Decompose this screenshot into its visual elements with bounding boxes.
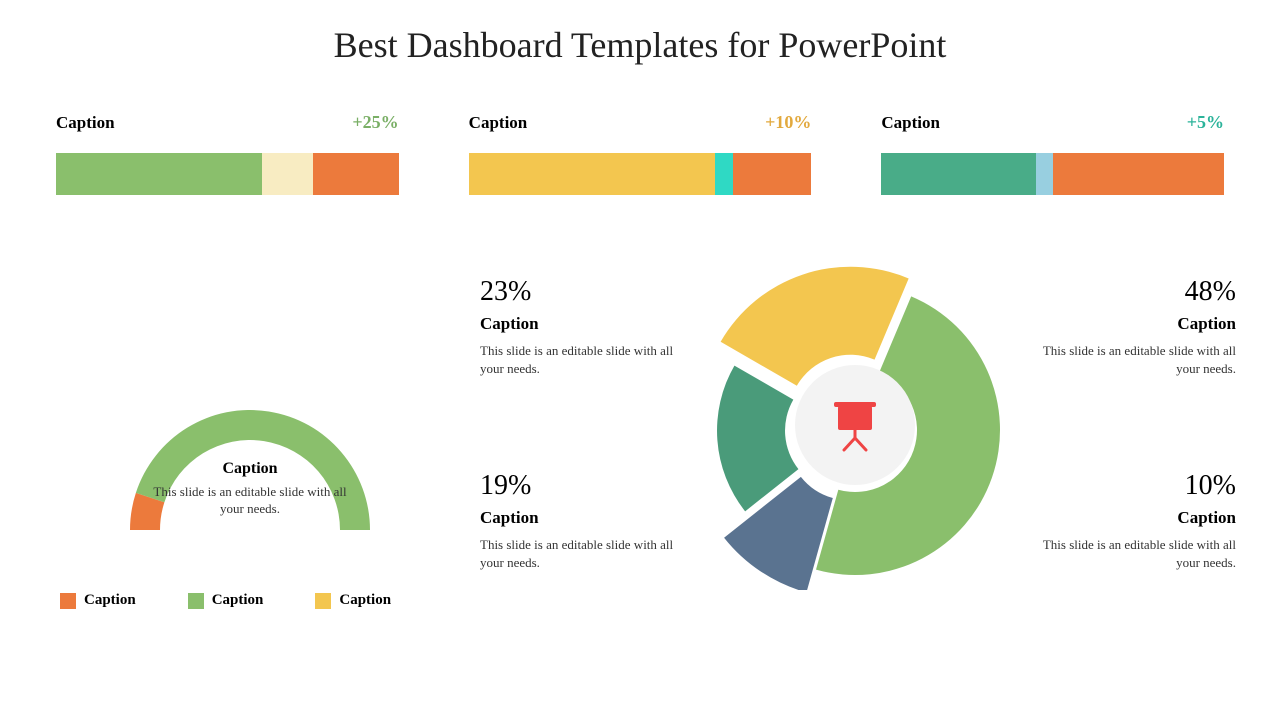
bar-header: Caption +10%: [469, 112, 812, 133]
bar-block-2: Caption +5%: [881, 112, 1224, 195]
donut-stat-pct: 48%: [1036, 276, 1236, 308]
bar-block-1: Caption +10%: [469, 112, 812, 195]
bar-caption: Caption: [56, 113, 115, 133]
bar-caption: Caption: [881, 113, 940, 133]
donut-center: [795, 365, 915, 485]
presentation-icon: [828, 398, 882, 452]
bar-header: Caption +25%: [56, 112, 399, 133]
bar-segment: [262, 153, 313, 195]
bar-block-0: Caption +25%: [56, 112, 399, 195]
bar-segment: [733, 153, 812, 195]
legend-label: Caption: [339, 592, 391, 609]
donut-stat-caption: Caption: [1036, 508, 1236, 528]
donut-stat-caption: Caption: [480, 314, 680, 334]
bar-segment: [313, 153, 399, 195]
bar-header: Caption +5%: [881, 112, 1224, 133]
legend-swatch: [188, 593, 204, 609]
bar-segment: [1036, 153, 1053, 195]
donut-stat: 23% Caption This slide is an editable slid…: [480, 276, 680, 377]
legend-label: Caption: [84, 592, 136, 609]
bar-delta: +10%: [765, 112, 811, 133]
donut-stat: 19% Caption This slide is an editable slid…: [480, 470, 680, 571]
donut-stat-caption: Caption: [1036, 314, 1236, 334]
page-title: Best Dashboard Templates for PowerPoint: [0, 24, 1280, 66]
donut-stat-desc: This slide is an editable slide with all…: [1036, 342, 1236, 377]
bar-delta: +5%: [1187, 112, 1224, 133]
bar-segment: [881, 153, 1035, 195]
donut-stat: 10% Caption This slide is an editable slid…: [1036, 470, 1236, 571]
donut-stat-pct: 19%: [480, 470, 680, 502]
bar-segment: [469, 153, 716, 195]
bar-caption: Caption: [469, 113, 528, 133]
stacked-bars-row: Caption +25% Caption +10% Caption +5%: [56, 112, 1224, 195]
legend-item: Caption: [188, 592, 264, 609]
gauge-legend: Caption Caption Caption: [60, 592, 391, 609]
donut-chart: [690, 260, 1020, 590]
bar-segment: [715, 153, 732, 195]
donut-slice: [721, 267, 909, 386]
gauge-caption-title: Caption: [90, 460, 410, 478]
donut-stat-desc: This slide is an editable slide with all…: [480, 342, 680, 377]
donut-stat-desc: This slide is an editable slide with all…: [1036, 536, 1236, 571]
legend-swatch: [60, 593, 76, 609]
donut-stat-pct: 23%: [480, 276, 680, 308]
legend-item: Caption: [315, 592, 391, 609]
legend-item: Caption: [60, 592, 136, 609]
bar-segment: [1053, 153, 1224, 195]
stacked-bar: [469, 153, 812, 195]
stacked-bar: [881, 153, 1224, 195]
donut-stat-pct: 10%: [1036, 470, 1236, 502]
donut-stat-desc: This slide is an editable slide with all…: [480, 536, 680, 571]
donut-stat-caption: Caption: [480, 508, 680, 528]
donut-stat: 48% Caption This slide is an editable slid…: [1036, 276, 1236, 377]
bar-delta: +25%: [352, 112, 398, 133]
gauge-chart: Caption This slide is an editable slide …: [90, 380, 410, 530]
legend-label: Caption: [212, 592, 264, 609]
stacked-bar: [56, 153, 399, 195]
gauge-caption-desc: This slide is an editable slide with all…: [150, 484, 350, 518]
bar-segment: [56, 153, 262, 195]
legend-swatch: [315, 593, 331, 609]
